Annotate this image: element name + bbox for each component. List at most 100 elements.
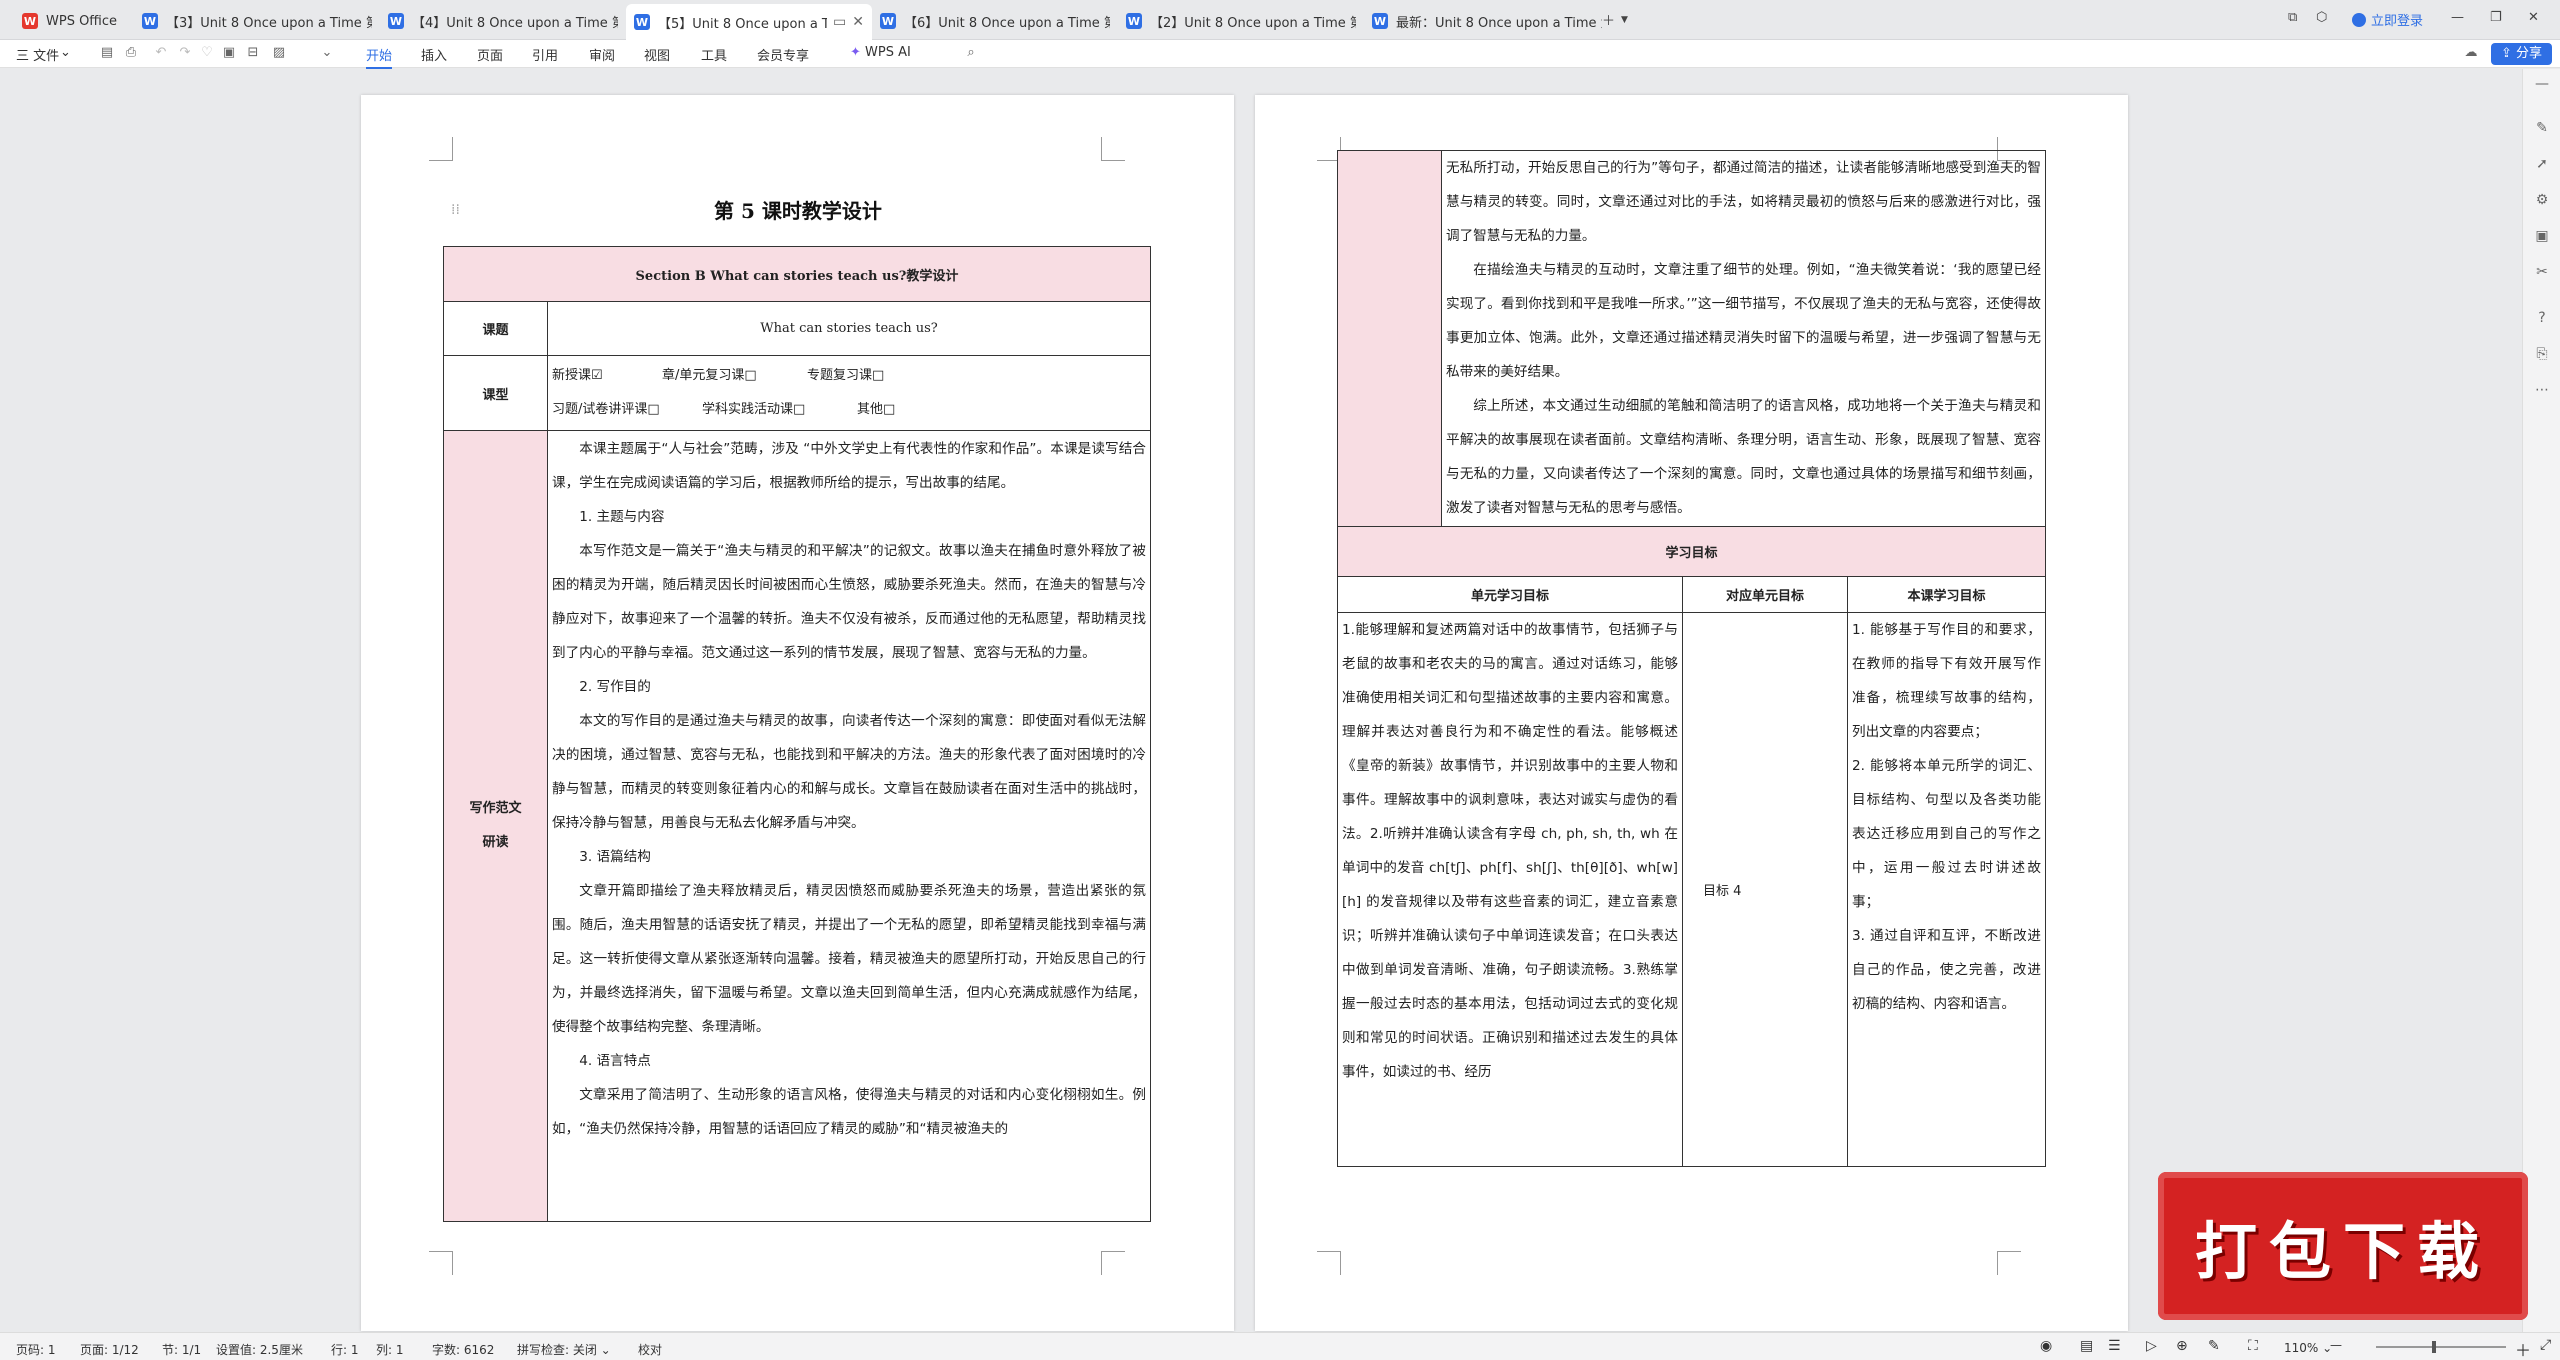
page-margin-mark	[429, 137, 453, 161]
window-layout-button[interactable]: ⧉	[2288, 10, 2297, 25]
continued-label-cell	[1337, 150, 1442, 527]
login-button[interactable]: 立即登录	[2352, 10, 2423, 29]
adjust-icon[interactable]: ⚙	[2533, 191, 2551, 209]
pen-icon[interactable]: ✎	[2533, 119, 2551, 137]
picture-icon[interactable]: ▨	[270, 44, 288, 62]
restore-tab-icon[interactable]: ▭	[833, 14, 846, 30]
subheading: 1. 主题与内容	[579, 509, 665, 525]
fullscreen-icon[interactable]: ⤢	[2540, 1337, 2551, 1353]
type-option[interactable]: 章/单元复习课□	[662, 359, 807, 393]
study-label-line: 研读	[482, 835, 509, 850]
more-tools-chevron-icon[interactable]: ⌄	[318, 44, 336, 62]
cloud-button[interactable]: ⬡	[2316, 10, 2327, 25]
web-view-icon[interactable]: ⊕	[2176, 1338, 2188, 1354]
edit-mode-icon[interactable]: ✎	[2208, 1338, 2220, 1354]
tab-doc-6[interactable]: W 【6】Unit 8 Once upon a Time 第六	[872, 6, 1118, 36]
chevron-down-icon: ▼	[1621, 14, 1628, 25]
print-preview-icon[interactable]: ⎙	[122, 44, 140, 62]
cursor-icon[interactable]: ➚	[2533, 155, 2551, 173]
page-1[interactable]: ⁞⁞ 第 5 课时教学设计 Section B What can stories…	[361, 95, 1234, 1331]
zoom-slider[interactable]	[2376, 1346, 2506, 1348]
login-label: 立即登录	[2371, 14, 2424, 29]
fit-page-icon[interactable]: ⛶	[2248, 1338, 2258, 1354]
menu-reference[interactable]: 引用	[532, 45, 558, 64]
play-icon[interactable]: ▷	[2146, 1338, 2157, 1354]
new-tab-button[interactable]: ＋ ▼	[1602, 10, 1628, 29]
eye-protection-icon[interactable]: ◉	[2040, 1338, 2052, 1354]
help-icon[interactable]: ?	[2533, 309, 2551, 327]
type-option[interactable]: 学科实践活动课□	[702, 393, 857, 427]
status-row: 行: 1	[331, 1343, 359, 1357]
export-pdf-icon[interactable]: ▣	[220, 44, 238, 62]
menu-tools[interactable]: 工具	[701, 45, 727, 64]
close-tab-icon[interactable]: ✕	[852, 14, 864, 30]
file-menu-arrow-icon[interactable]: ⌄	[60, 45, 71, 60]
format-painter-icon[interactable]: ♡	[198, 44, 216, 62]
goals-title: 学习目标	[1337, 526, 2046, 577]
menu-membership[interactable]: 会员专享	[757, 45, 809, 64]
type-option[interactable]: 习题/试卷讲评课□	[552, 393, 702, 427]
content-paragraph: 无私所打动，开始反思自己的行为”等句子，都通过简洁的描述，让读者能够清晰地感受到…	[1446, 160, 2041, 244]
page-view-icon[interactable]: ▤	[2080, 1338, 2093, 1354]
drag-handle-icon[interactable]: ⁞⁞	[451, 202, 460, 218]
tab-label: 【2】Unit 8 Once upon a Time 第二	[1150, 15, 1356, 31]
study-label-line: 写作范文	[469, 801, 522, 816]
page-2[interactable]: 无私所打动，开始反思自己的行为”等句子，都通过简洁的描述，让读者能够清晰地感受到…	[1255, 95, 2128, 1331]
tab-doc-latest[interactable]: W 最新：Unit 8 Once upon a Time 大	[1364, 6, 1610, 36]
type-option[interactable]: 其他□	[857, 393, 895, 427]
tab-doc-3[interactable]: W 【3】Unit 8 Once upon a Time 第三	[134, 6, 380, 36]
menu-insert[interactable]: 插入	[421, 45, 447, 64]
print-icon[interactable]: ⊟	[244, 44, 262, 62]
status-col: 列: 1	[376, 1343, 404, 1357]
wps-ai-button[interactable]: ✦ WPS AI	[850, 45, 911, 60]
zoom-in-button[interactable]: ＋	[2515, 1337, 2531, 1360]
image-icon[interactable]: ▣	[2533, 227, 2551, 245]
intro-paragraph: 本课主题属于“人与社会”范畴，涉及 “中外文学史上有代表性的作家和作品”。本课是…	[552, 441, 1146, 491]
close-icon: ✕	[2528, 10, 2539, 25]
cloud-sync-icon[interactable]: ☁	[2462, 44, 2480, 62]
zoom-out-button[interactable]: —	[2330, 1338, 2342, 1352]
tab-wps-office[interactable]: W WPS Office	[14, 6, 134, 36]
search-icon[interactable]: ⌕	[962, 44, 980, 62]
menu-page[interactable]: 页面	[477, 45, 503, 64]
type-option[interactable]: 新授课☑	[552, 359, 662, 393]
tab-doc-4[interactable]: W 【4】Unit 8 Once upon a Time 第四	[380, 6, 626, 36]
minimize-button[interactable]: —	[2451, 10, 2464, 25]
share-link-icon[interactable]: ⎘	[2533, 345, 2551, 363]
tab-doc-2[interactable]: W 【2】Unit 8 Once upon a Time 第二	[1118, 6, 1364, 36]
document-canvas[interactable]: ⁞⁞ 第 5 课时教学设计 Section B What can stories…	[0, 69, 2522, 1332]
status-proof[interactable]: 校对	[638, 1341, 662, 1358]
undo-icon[interactable]: ↶	[152, 44, 170, 62]
tab-doc-5-active[interactable]: W 【5】Unit 8 Once upon a Ti ▭ ✕	[626, 4, 872, 40]
menu-start[interactable]: 开始	[366, 45, 393, 69]
zoom-slider-thumb[interactable]	[2432, 1341, 2436, 1353]
status-spell[interactable]: 拼写检查: 关闭 ⌄	[517, 1341, 611, 1358]
unit-goals-text: 1.能够理解和复述两篇对话中的故事情节，包括狮子与老鼠的故事和老农夫的马的寓言。…	[1342, 622, 1678, 1080]
lesson-goal: 2. 能够将本单元所学的词汇、目标结构、句型以及各类功能表达迁移应用到自己的写作…	[1852, 758, 2041, 910]
content-paragraph: 本写作范文是一篇关于“渔夫与精灵的和平解决”的记叙文。故事以渔夫在捕鱼时意外释放…	[552, 543, 1146, 661]
menu-view[interactable]: 视图	[644, 45, 670, 64]
type-option[interactable]: 专题复习课□	[807, 359, 884, 393]
collapse-icon[interactable]: —	[2533, 75, 2551, 93]
file-menu[interactable]: 三 文件	[16, 45, 59, 64]
save-icon[interactable]: ▤	[98, 44, 116, 62]
zoom-level[interactable]: 110% ⌄	[2284, 1341, 2332, 1355]
outline-view-icon[interactable]: ☰	[2108, 1338, 2121, 1354]
content-paragraph: 在描绘渔夫与精灵的互动时，文章注重了细节的处理。例如，“渔夫微笑着说：‘我的愿望…	[1446, 262, 2041, 380]
close-window-button[interactable]: ✕	[2528, 10, 2539, 25]
section-header: Section B What can stories teach us?教学设计	[443, 246, 1151, 302]
share-button[interactable]: ⇪ 分享	[2490, 43, 2552, 65]
maximize-icon: ❐	[2490, 10, 2502, 25]
type-label: 课型	[443, 355, 548, 431]
maximize-button[interactable]: ❐	[2490, 10, 2502, 25]
col-unit-goals: 单元学习目标	[1337, 576, 1683, 613]
study-content: 本课主题属于“人与社会”范畴，涉及 “中外文学史上有代表性的作家和作品”。本课是…	[547, 430, 1151, 1222]
menu-review[interactable]: 审阅	[589, 45, 615, 64]
tools-icon[interactable]: ✂	[2533, 263, 2551, 281]
status-words[interactable]: 字数: 6162	[432, 1341, 494, 1358]
download-promo-badge[interactable]: 打包下载	[2158, 1172, 2528, 1320]
status-page[interactable]: 页面: 1/12	[80, 1341, 139, 1358]
more-icon[interactable]: ⋯	[2533, 381, 2551, 399]
continued-content: 无私所打动，开始反思自己的行为”等句子，都通过简洁的描述，让读者能够清晰地感受到…	[1441, 150, 2046, 527]
redo-icon[interactable]: ↷	[176, 44, 194, 62]
